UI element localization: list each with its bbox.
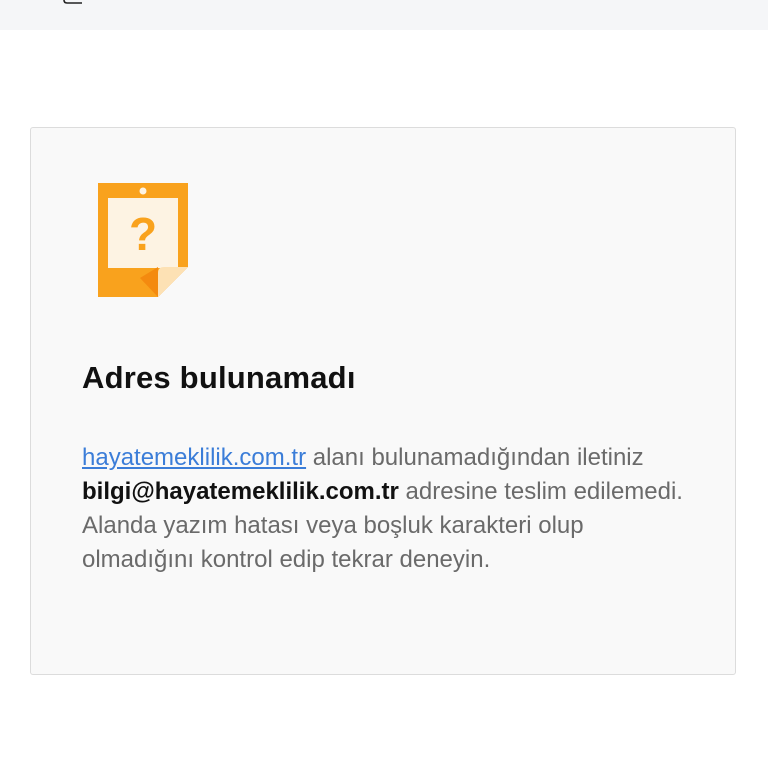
edit-icon[interactable] [62,0,84,6]
domain-link[interactable]: hayatemeklilik.com.tr [82,444,306,471]
error-message: hayatemeklilik.com.tr alanı bulunamadığı… [82,441,692,577]
top-bar [0,0,768,30]
error-card: ? Adres bulunamadı hayatemeklilik.com.tr… [30,127,736,675]
error-title: Adres bulunamadı [82,360,356,395]
svg-text:?: ? [129,208,157,260]
note-question-icon: ? [98,183,188,297]
email-address: bilgi@hayatemeklilik.com.tr [82,478,399,505]
message-text-1: alanı bulunamadığından iletiniz [306,444,644,471]
